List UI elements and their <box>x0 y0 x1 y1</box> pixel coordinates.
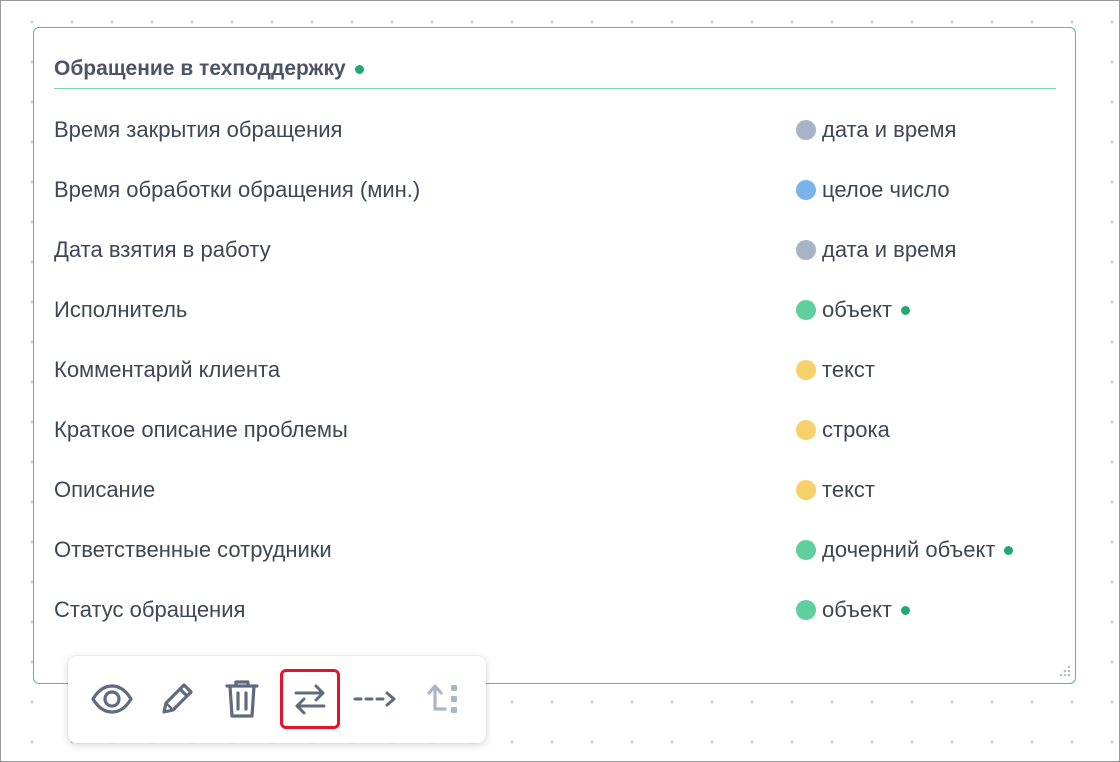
type-color-dot <box>796 420 816 440</box>
type-color-dot <box>796 540 816 560</box>
type-color-dot <box>796 120 816 140</box>
link-indicator-dot <box>1004 545 1014 555</box>
field-type: строка <box>796 417 890 443</box>
resize-handle-icon[interactable] <box>1056 664 1072 680</box>
move-up-button[interactable] <box>413 669 473 729</box>
type-color-dot <box>796 600 816 620</box>
field-type: объект <box>796 597 911 623</box>
link-indicator-dot <box>901 305 911 315</box>
field-type-label: дата и время <box>822 117 957 142</box>
link-button[interactable] <box>345 669 405 729</box>
swap-arrows-icon <box>294 684 326 715</box>
field-row[interactable]: Ответственные сотрудники дочерний объект <box>54 520 1056 580</box>
field-type-label: строка <box>822 417 890 442</box>
type-color-dot <box>796 180 816 200</box>
field-row[interactable]: Краткое описание проблемы строка <box>54 400 1056 460</box>
dashed-arrow-icon <box>353 691 396 707</box>
pencil-icon <box>162 683 193 714</box>
field-type-label: дата и время <box>822 237 957 262</box>
link-indicator-dot <box>354 64 364 74</box>
field-type-label: целое число <box>822 177 950 202</box>
type-color-dot <box>796 360 816 380</box>
field-type: текст <box>796 477 875 503</box>
field-type-label: объект <box>822 297 893 322</box>
type-color-dot <box>796 300 816 320</box>
field-type: целое число <box>796 177 950 203</box>
field-row[interactable]: Исполнитель объект <box>54 280 1056 340</box>
view-button[interactable] <box>82 669 142 729</box>
card-title: Обращение в техподдержку <box>54 57 346 80</box>
field-type-label: дочерний объект <box>822 537 996 562</box>
type-color-dot <box>796 480 816 500</box>
field-type: текст <box>796 357 875 383</box>
entity-card[interactable]: Обращение в техподдержку Время закрытия … <box>33 27 1076 684</box>
field-row[interactable]: Описание текст <box>54 460 1056 520</box>
field-row[interactable]: Статус обращения объект <box>54 580 1056 640</box>
field-type: дочерний объект <box>796 537 1014 563</box>
field-row[interactable]: Время закрытия обращения дата и время <box>54 100 1056 160</box>
arrow-up-dots-icon <box>427 684 457 713</box>
field-row[interactable]: Дата взятия в работу дата и время <box>54 220 1056 280</box>
link-indicator-dot <box>901 605 911 615</box>
swap-button[interactable] <box>280 669 340 729</box>
field-name: Описание <box>54 477 156 502</box>
delete-button[interactable] <box>212 669 272 729</box>
type-color-dot <box>796 240 816 260</box>
field-type: объект <box>796 297 911 323</box>
field-type: дата и время <box>796 237 956 263</box>
field-row[interactable]: Время обработки обращения (мин.) целое ч… <box>54 160 1056 220</box>
card-toolbar <box>68 656 486 743</box>
trash-icon <box>225 680 259 718</box>
field-list: Время закрытия обращения дата и время Вр… <box>54 100 1056 640</box>
field-row[interactable]: Комментарий клиента текст <box>54 340 1056 400</box>
eye-icon <box>91 684 133 714</box>
header-divider <box>54 88 1056 89</box>
field-type-label: текст <box>822 357 876 382</box>
field-name: Комментарий клиента <box>54 357 281 382</box>
field-type-label: текст <box>822 477 876 502</box>
edit-button[interactable] <box>147 669 207 729</box>
card-header: Обращение в техподдержку <box>54 54 364 84</box>
field-name: Краткое описание проблемы <box>54 417 348 442</box>
field-type: дата и время <box>796 117 956 143</box>
field-type-label: объект <box>822 597 893 622</box>
